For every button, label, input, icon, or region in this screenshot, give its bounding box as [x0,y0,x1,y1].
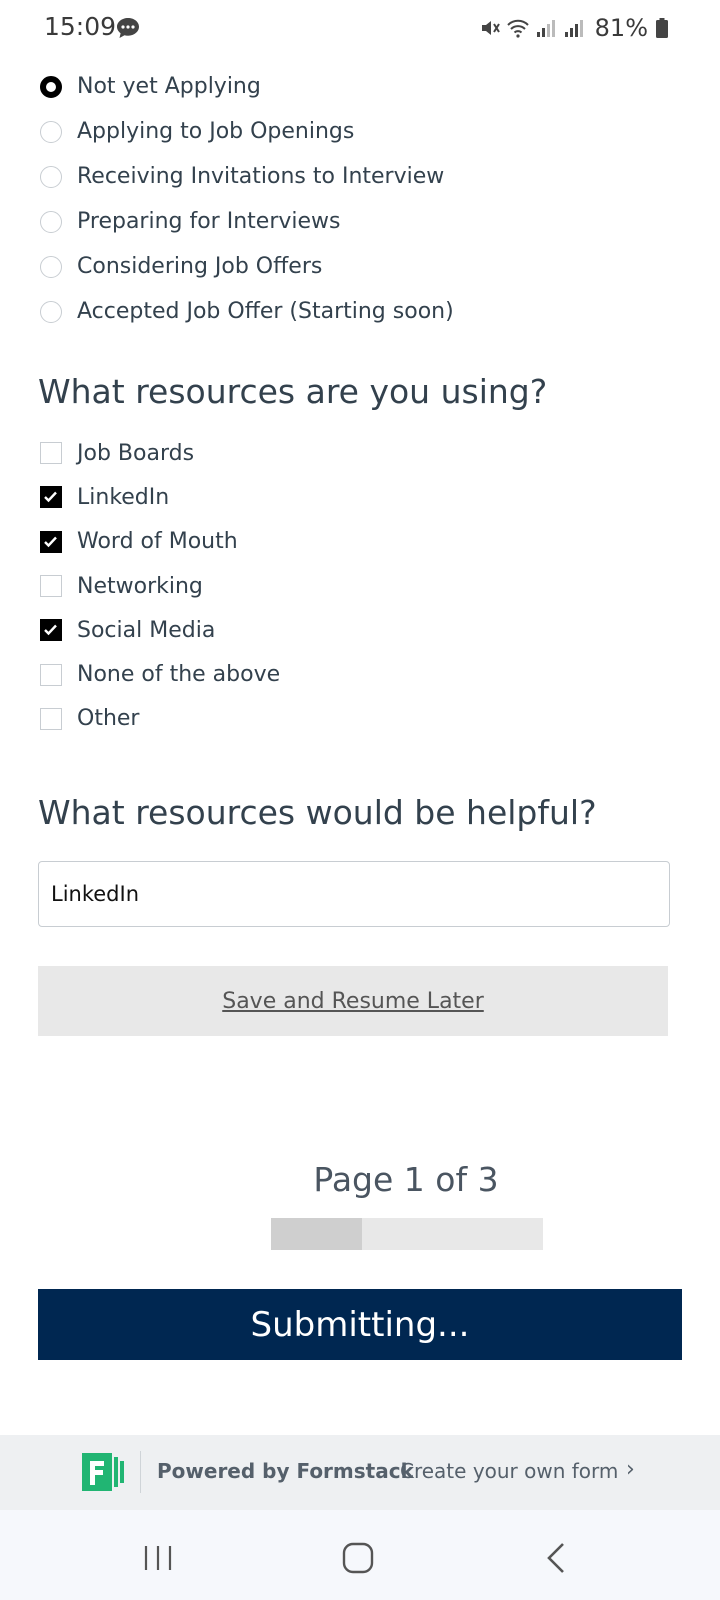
checkbox[interactable] [40,619,62,642]
resources-using-checkbox-group: Job Boards LinkedIn Word of Mouth Networ… [40,431,280,741]
checkbox-option[interactable]: LinkedIn [40,475,280,519]
checkbox[interactable] [40,575,62,598]
home-icon[interactable] [338,1538,378,1578]
battery-icon [656,18,668,38]
save-resume-label: Save and Resume Later [222,988,484,1014]
checkmark-icon [44,625,57,636]
checkbox-label: Networking [77,573,203,599]
formstack-footer: Powered by Formstack Create your own for… [0,1435,720,1510]
checkbox[interactable] [40,486,62,509]
save-resume-button[interactable]: Save and Resume Later [38,966,668,1036]
radio-label: Accepted Job Offer (Starting soon) [77,299,454,324]
wifi-icon [506,19,529,38]
radio-button[interactable] [40,210,62,233]
progress-fill [271,1218,362,1250]
progress-bar [271,1218,543,1250]
mute-icon [481,21,500,35]
checkmark-icon [44,536,57,547]
radio-option[interactable]: Receiving Invitations to Interview [40,154,454,199]
resources-using-question: What resources are you using? [38,372,548,411]
powered-by-text: Powered by Formstack [157,1459,414,1483]
radio-option[interactable]: Not yet Applying [40,64,454,109]
checkbox-label: Social Media [77,617,216,643]
radio-label: Preparing for Interviews [77,209,341,234]
checkmark-icon [44,492,57,503]
checkbox-label: Other [77,706,140,732]
page-indicator: Page 1 of 3 [313,1160,499,1199]
radio-button[interactable] [40,75,62,98]
formstack-logo-icon [82,1453,124,1491]
checkbox[interactable] [40,530,62,553]
checkbox-option[interactable]: Social Media [40,608,280,652]
radio-label: Considering Job Offers [77,254,323,279]
checkbox[interactable] [40,442,62,465]
recent-apps-icon[interactable] [138,1538,178,1578]
battery-percentage: 81% [594,14,648,42]
signal-icon [536,20,555,37]
radio-button[interactable] [40,120,62,143]
chevron-right-icon[interactable]: › [626,1457,635,1482]
checkbox-option[interactable]: Job Boards [40,431,280,475]
radio-option[interactable]: Applying to Job Openings [40,109,454,154]
checkbox-option[interactable]: None of the above [40,652,280,696]
radio-option[interactable]: Considering Job Offers [40,244,454,289]
resources-helpful-input[interactable] [38,861,670,927]
resources-helpful-question: What resources would be helpful? [38,793,597,832]
footer-divider [140,1451,141,1493]
radio-label: Not yet Applying [77,74,261,99]
job-status-radio-group: Not yet Applying Applying to Job Opening… [40,64,454,334]
checkbox-label: None of the above [77,662,281,688]
checkbox[interactable] [40,707,62,730]
radio-label: Applying to Job Openings [77,119,355,144]
radio-label: Receiving Invitations to Interview [77,164,445,189]
back-icon[interactable] [538,1538,578,1578]
chat-bubble-icon [117,18,139,38]
checkbox-label: Word of Mouth [77,529,238,555]
checkbox-option[interactable]: Other [40,697,280,741]
radio-button[interactable] [40,300,62,323]
radio-option[interactable]: Preparing for Interviews [40,199,454,244]
checkbox[interactable] [40,663,62,686]
checkbox-label: LinkedIn [77,484,170,510]
radio-option[interactable]: Accepted Job Offer (Starting soon) [40,289,454,334]
checkbox-option[interactable]: Networking [40,564,280,608]
radio-button[interactable] [40,165,62,188]
submit-button[interactable]: Submitting... [38,1289,682,1360]
create-form-link[interactable]: Create your own form [400,1459,618,1483]
status-time: 15:09 [44,12,117,41]
checkbox-label: Job Boards [77,440,195,466]
navigation-bar [0,1510,720,1600]
status-bar: 15:09 81% [0,0,720,56]
radio-button[interactable] [40,255,62,278]
checkbox-option[interactable]: Word of Mouth [40,520,280,564]
signal-icon [564,20,583,37]
